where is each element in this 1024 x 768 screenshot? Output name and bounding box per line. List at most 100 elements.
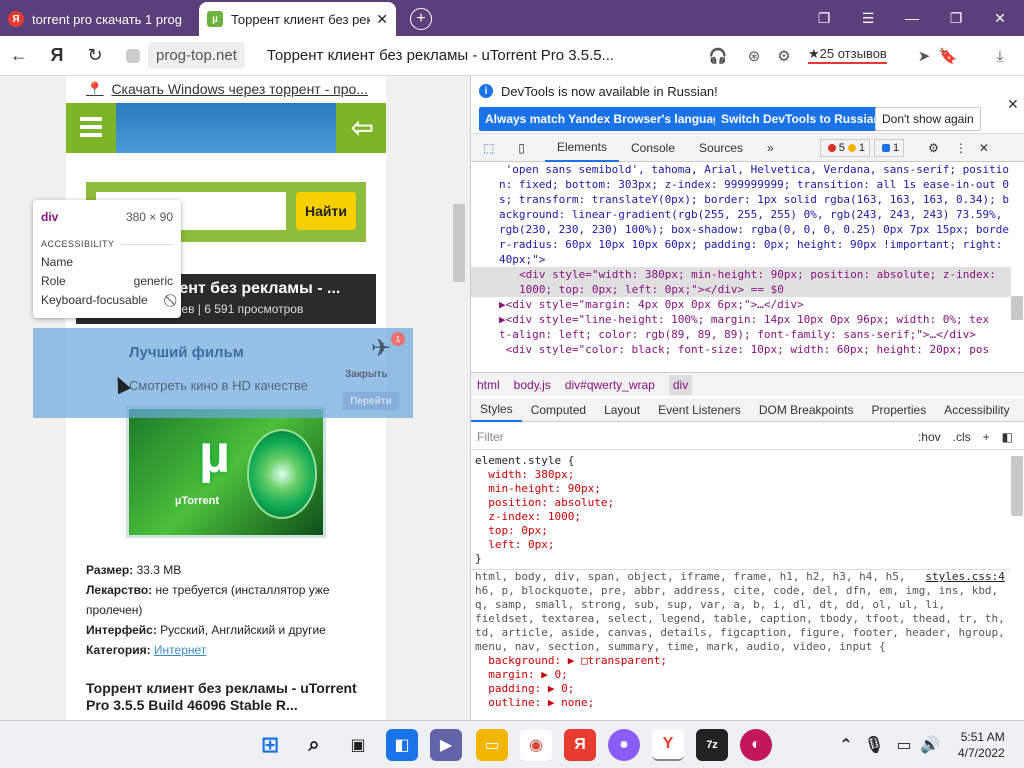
tab-console[interactable]: Console [619, 134, 687, 162]
restore-icon[interactable]: ❐ [934, 0, 978, 36]
category-link[interactable]: Интернет [154, 643, 206, 657]
hamburger-menu-icon[interactable] [80, 117, 102, 137]
tab-sources[interactable]: Sources [687, 134, 755, 162]
collections-icon[interactable]: ❐ [802, 0, 846, 36]
url-box[interactable]: prog-top.net [118, 41, 245, 71]
search-icon[interactable]: ⌕ [298, 729, 330, 761]
switch-russian-button[interactable]: Switch DevTools to Russian [715, 107, 887, 131]
tab-event-listeners[interactable]: Event Listeners [649, 398, 750, 422]
ad-go-button[interactable]: Перейти [343, 392, 399, 410]
filter-input[interactable]: Filter [471, 430, 918, 444]
chat-icon[interactable]: ▶ [430, 729, 462, 761]
style-decl[interactable]: padding: ▶ 0; [475, 682, 574, 695]
tab-utorrent-active[interactable]: µ Торрент клиент без рекл ✕ [199, 2, 396, 36]
new-tab-button[interactable]: + [410, 8, 432, 30]
style-decl[interactable]: background: ▶ □transparent; [475, 654, 667, 667]
more-tabs-icon[interactable]: » [755, 134, 786, 162]
app-icon[interactable]: ◐ [740, 729, 772, 761]
crumb-wrap[interactable]: div#qwerty_wrap [565, 378, 655, 392]
dom-scrollbar[interactable] [1011, 296, 1023, 320]
dom-tree[interactable]: 'open sans semibold', tahoma, Arial, Hel… [471, 162, 1011, 368]
devtools-toolbar: ⬚ ▯ Elements Console Sources » 5 1 1 ⚙ ⋮… [471, 134, 1024, 162]
style-decl[interactable]: outline: ▶ none; [475, 696, 594, 709]
tab-styles[interactable]: Styles [471, 398, 522, 422]
ad-close-button[interactable]: Закрыть [345, 369, 388, 380]
start-icon[interactable]: ⊞ [254, 729, 286, 761]
dom-node[interactable]: ▶<div style="margin: 4px 0px 0px 6px;">…… [499, 298, 804, 311]
microphone-icon[interactable]: 🎙 [864, 729, 884, 761]
match-language-button[interactable]: Always match Yandex Browser's language [479, 107, 734, 131]
selected-dom-node[interactable]: <div style="width: 380px; min-height: 90… [471, 267, 1011, 297]
lock-icon[interactable] [126, 48, 140, 63]
style-decl[interactable]: left: 0px; [475, 538, 554, 551]
reviews-badge[interactable]: ★25 отзывов [808, 46, 887, 64]
alice-icon[interactable]: ● [608, 729, 640, 761]
crumb-body[interactable]: body.js [514, 378, 551, 392]
tab-computed[interactable]: Computed [522, 398, 595, 422]
close-infobar-icon[interactable]: ✕ [1007, 96, 1019, 113]
tab-elements[interactable]: Elements [544, 134, 619, 162]
yandex-logo-icon[interactable]: Я [38, 37, 76, 75]
dont-show-button[interactable]: Don't show again [875, 107, 981, 131]
chevron-up-icon[interactable]: ⌃ [836, 729, 856, 761]
style-decl[interactable]: z-index: 1000; [475, 510, 581, 523]
display-icon[interactable]: ▭ [894, 729, 914, 761]
toggle-sidebar-icon[interactable]: ◧ [1002, 430, 1013, 444]
tab-dom-breakpoints[interactable]: DOM Breakpoints [750, 398, 863, 422]
widgets-icon[interactable]: ◧ [386, 729, 418, 761]
task-view-icon[interactable]: ▣ [342, 729, 374, 761]
dom-node[interactable]: <div style="color: black; font-size: 10p… [499, 343, 989, 356]
tab-properties[interactable]: Properties [863, 398, 936, 422]
system-clock[interactable]: 5:51 AM 4/7/2022 [958, 729, 1005, 761]
tab-torrent-pro[interactable]: Я torrent pro скачать 1 prog [0, 2, 197, 36]
styles-scrollbar[interactable] [1011, 456, 1023, 516]
messages-counter[interactable]: 1 [873, 138, 905, 157]
dom-node[interactable]: ▶<div style="line-height: 100%; margin: … [499, 313, 989, 326]
style-decl[interactable]: top: 0px; [475, 524, 548, 537]
yandex-browser-icon[interactable]: Я [564, 729, 596, 761]
highlighted-ad-popup[interactable]: Лучший фильм Смотреть кино в HD качестве… [33, 328, 413, 418]
download-icon[interactable]: ⤓ [986, 42, 1014, 70]
bookmark-icon[interactable]: 🔖 [934, 42, 962, 70]
style-decl[interactable]: width: 380px; [475, 468, 574, 481]
crumb-div[interactable]: div [668, 374, 693, 395]
search-button[interactable]: Найти [296, 192, 356, 230]
close-window-icon[interactable]: ✕ [978, 0, 1022, 36]
menu-icon[interactable]: ☰ [846, 0, 890, 36]
top-link-text[interactable]: Скачать Windows через торрент - про... [111, 81, 368, 97]
inspect-element-icon[interactable]: ⬚ [471, 134, 506, 162]
style-decl[interactable]: min-height: 90px; [475, 482, 601, 495]
minimize-icon[interactable]: — [890, 0, 934, 36]
close-tab-icon[interactable]: ✕ [376, 11, 388, 28]
style-decl[interactable]: position: absolute; [475, 496, 614, 509]
kebab-menu-icon[interactable]: ⋮ [951, 134, 971, 162]
tab-accessibility[interactable]: Accessibility [935, 398, 1018, 422]
url-domain[interactable]: prog-top.net [148, 42, 245, 69]
headphones-icon[interactable]: 🎧 [704, 42, 732, 70]
file-explorer-icon[interactable]: ▭ [476, 729, 508, 761]
top-download-link[interactable]: 📍 Скачать Windows через торрент - про... [66, 76, 386, 102]
crumb-html[interactable]: html [477, 378, 500, 392]
chrome-icon[interactable]: ◉ [520, 729, 552, 761]
extensions-icon[interactable]: ⚙ [770, 42, 798, 70]
new-rule-icon[interactable]: + [983, 430, 990, 444]
styles-pane[interactable]: element.style { width: 380px; min-height… [471, 450, 1011, 720]
device-toolbar-icon[interactable]: ▯ [506, 134, 545, 162]
protect-icon[interactable]: ⊛ [740, 42, 768, 70]
settings-gear-icon[interactable]: ⚙ [916, 134, 951, 162]
cls-toggle[interactable]: .cls [953, 430, 971, 444]
7zip-icon[interactable]: 7z [696, 729, 728, 761]
issues-counter[interactable]: 5 1 [819, 138, 870, 157]
reload-icon[interactable]: ↻ [76, 37, 114, 75]
close-devtools-icon[interactable]: ✕ [971, 134, 997, 162]
volume-icon[interactable]: 🔊 [920, 729, 940, 761]
article-description[interactable]: Торрент клиент без рекламы - uTorrent Pr… [86, 680, 376, 714]
back-arrow-icon[interactable]: ← [0, 37, 38, 75]
back-arrow-icon[interactable]: ⇦ [351, 111, 374, 144]
hov-toggle[interactable]: :hov [918, 430, 941, 444]
style-file-link[interactable]: styles.css:4 [925, 570, 1004, 583]
style-decl[interactable]: margin: ▶ 0; [475, 668, 567, 681]
yandex-active-icon[interactable]: Y [652, 729, 684, 761]
page-scrollbar[interactable] [453, 204, 465, 282]
tab-layout[interactable]: Layout [595, 398, 649, 422]
